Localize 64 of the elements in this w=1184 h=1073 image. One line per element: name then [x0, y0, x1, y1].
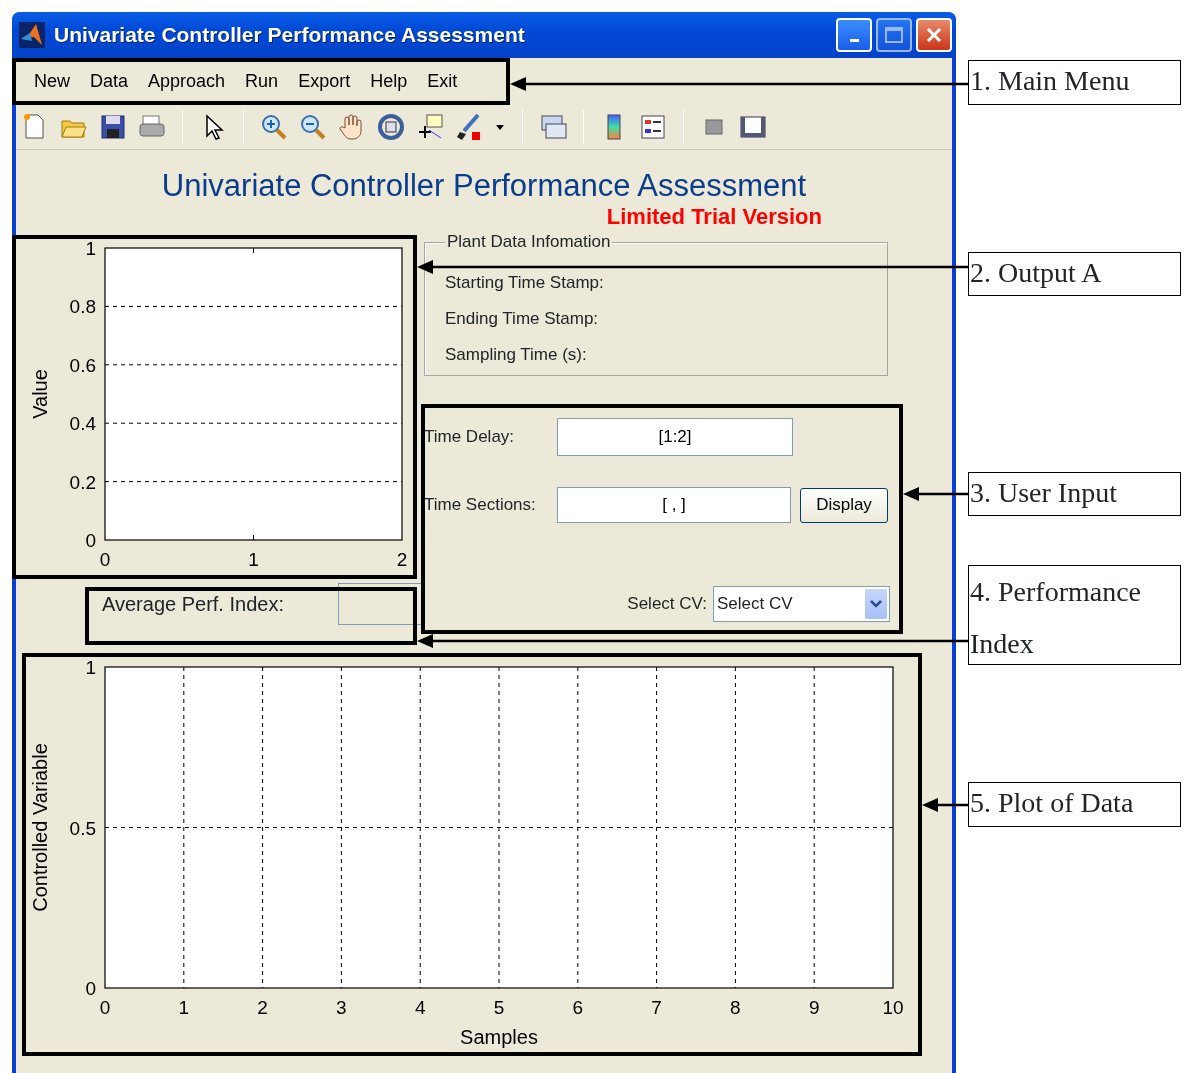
axis-title: Samples: [460, 1026, 538, 1048]
chevron-down-icon: [869, 599, 883, 609]
tick-label: 0: [85, 978, 96, 999]
close-button[interactable]: [916, 18, 952, 52]
tick-label: 3: [336, 997, 347, 1018]
tick-label: 8: [730, 997, 741, 1018]
maximize-icon: [885, 27, 903, 43]
field-label: Select CV:: [627, 593, 707, 616]
tick-label: 5: [493, 997, 505, 1018]
display-button[interactable]: Display: [800, 487, 888, 523]
tick-label: 0.4: [69, 413, 96, 435]
trial-notice: Limited Trial Version: [605, 204, 823, 230]
info-label: Ending Time Stamp:: [445, 309, 600, 329]
maximize-button[interactable]: [876, 18, 912, 52]
tick-label: 7: [651, 997, 662, 1018]
field-label: Time Sections:: [424, 494, 537, 517]
menu-item[interactable]: Approach: [138, 67, 236, 95]
callout-label: 3. User Input: [968, 472, 1181, 516]
axis-title: Controlled Variable: [29, 743, 51, 912]
menu-item[interactable]: New: [24, 67, 80, 95]
tick-label: 0: [99, 549, 111, 570]
time-sections-field[interactable]: [ , ]: [557, 487, 791, 523]
info-label: Starting Time Stamp:: [445, 273, 605, 293]
tick-label: 2: [396, 549, 408, 570]
tick-label: 6: [572, 997, 584, 1018]
callout-arrow: [922, 798, 968, 812]
menu-item[interactable]: Run: [235, 67, 289, 95]
menu-item[interactable]: Exit: [417, 67, 468, 95]
tick-label: 0: [99, 997, 111, 1018]
axis-title: Value: [29, 369, 51, 419]
tick-label: 0: [85, 530, 96, 551]
window-title: Univariate Controller Performance Assessment: [54, 22, 526, 49]
callout-label: 5. Plot of Data: [968, 782, 1181, 827]
tick-label: 2: [257, 997, 268, 1018]
callout-label: 1. Main Menu: [968, 60, 1181, 105]
callout-label: 4. Performance Index: [968, 565, 1181, 665]
minimize-button[interactable]: [836, 18, 872, 52]
field-label: Time Delay:: [424, 426, 516, 449]
menu-item[interactable]: Export: [288, 67, 361, 95]
callout-label: 2. Output A: [968, 252, 1181, 296]
perf-index-field[interactable]: [337, 583, 424, 625]
field-label: Average Perf. Index:: [102, 592, 285, 617]
tick-label: 10: [882, 997, 904, 1018]
minimize-icon: [849, 38, 859, 42]
tick-label: 0.6: [69, 354, 96, 376]
tick-label: 1: [85, 238, 96, 259]
tick-label: 4: [414, 997, 426, 1018]
tick-label: 1: [248, 549, 259, 570]
tick-label: 0.5: [69, 817, 96, 839]
rotate-icon[interactable]: [376, 111, 406, 142]
tick-label: 0.8: [69, 296, 96, 318]
app-heading: Univariate Controller Performance Assessment: [160, 168, 808, 204]
callout-arrow: [903, 487, 968, 501]
menu-item[interactable]: Help: [360, 67, 418, 95]
tick-label: 1: [85, 657, 96, 678]
info-label: Sampling Time (s):: [445, 345, 588, 365]
tick-label: 0.2: [69, 471, 96, 493]
close-icon: [925, 26, 943, 44]
time-delay-field[interactable]: [1:2]: [557, 418, 793, 456]
tick-label: 9: [808, 997, 820, 1018]
cv-dropdown[interactable]: Select CV: [713, 586, 890, 622]
app-logo-icon: [18, 21, 46, 49]
menu-item[interactable]: Data: [80, 67, 139, 95]
tick-label: 1: [178, 997, 190, 1018]
